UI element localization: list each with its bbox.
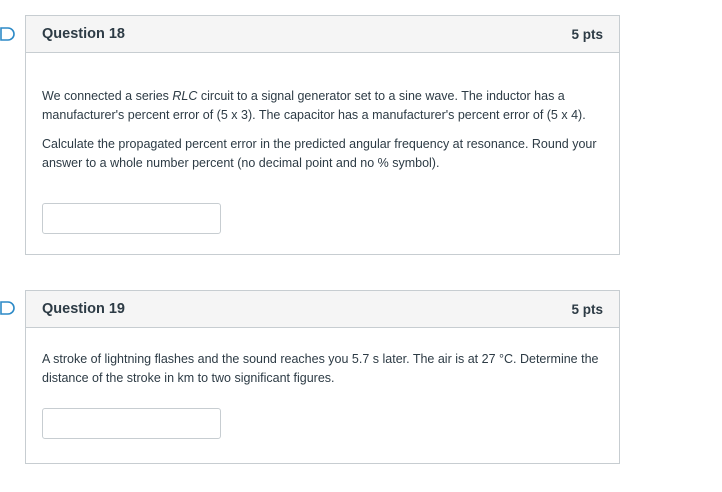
question-18-text-a: We connected a series: [42, 89, 173, 103]
flag-question-18-icon[interactable]: [0, 27, 15, 41]
question-19-card: Question 19 5 pts A stroke of lightning …: [25, 290, 620, 464]
question-19-title: Question 19: [42, 301, 125, 317]
question-18-card: Question 18 5 pts We connected a series …: [25, 15, 620, 255]
flag-question-19-icon[interactable]: [0, 301, 15, 315]
question-18-text-rlc: RLC: [172, 89, 198, 103]
question-18-paragraph-2: Calculate the propagated percent error i…: [42, 137, 597, 170]
question-18-paragraph-1: We connected a series RLC circuit to a s…: [42, 87, 603, 125]
question-18-body: We connected a series RLC circuit to a s…: [26, 87, 619, 234]
question-19-points: 5 pts: [571, 301, 603, 317]
question-19-body: A stroke of lightning flashes and the so…: [26, 350, 619, 439]
question-19-header: Question 19 5 pts: [26, 291, 619, 328]
question-18-answer-input[interactable]: [42, 203, 221, 234]
question-18-points: 5 pts: [571, 26, 603, 42]
question-18-title: Question 18: [42, 26, 125, 42]
question-19-answer-input[interactable]: [42, 408, 221, 439]
question-19-paragraph-1: A stroke of lightning flashes and the so…: [42, 352, 599, 385]
question-18-header: Question 18 5 pts: [26, 16, 619, 53]
